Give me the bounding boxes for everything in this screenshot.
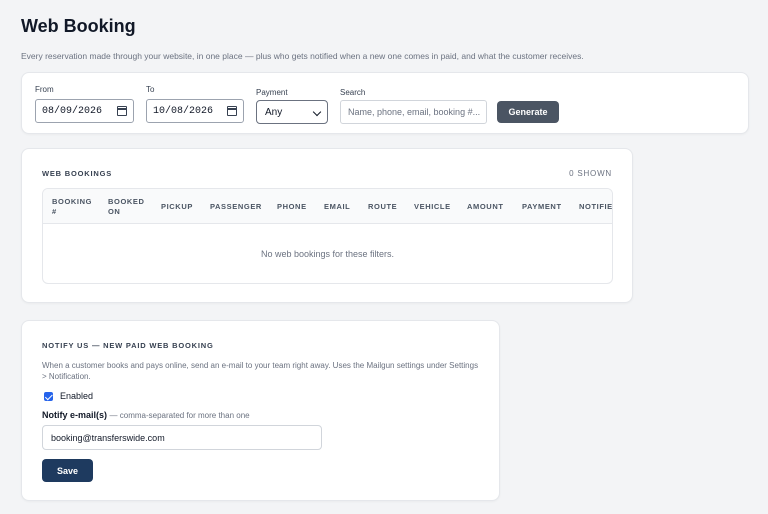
- column-header-booking[interactable]: Booking #: [52, 197, 92, 217]
- bookings-table: Booking # Booked on Pickup Passenger Pho…: [42, 188, 613, 284]
- calendar-icon[interactable]: [117, 106, 127, 116]
- from-date-input[interactable]: 08/09/2026: [35, 99, 134, 123]
- search-label: Search: [340, 88, 366, 97]
- column-header-payment[interactable]: Payment: [522, 202, 562, 212]
- enabled-checkbox[interactable]: [44, 392, 53, 401]
- notify-emails-input[interactable]: booking@transferswide.com: [42, 425, 322, 450]
- search-input[interactable]: [340, 100, 487, 124]
- payment-select[interactable]: Any: [256, 100, 328, 124]
- enabled-label[interactable]: Enabled: [60, 391, 93, 401]
- web-bookings-card: Web Bookings 0 shown Booking # Booked on…: [21, 148, 633, 303]
- to-label: To: [146, 85, 155, 94]
- notify-description: When a customer books and pays online, s…: [42, 361, 479, 381]
- calendar-icon[interactable]: [227, 106, 237, 116]
- generate-button[interactable]: Generate: [497, 101, 559, 123]
- notify-card: Notify us — new paid web booking When a …: [21, 320, 500, 501]
- notify-emails-label: Notify e-mail(s) — comma-separated for m…: [42, 410, 250, 420]
- page-title: Web Booking: [21, 16, 136, 36]
- column-header-notified[interactable]: Notified: [579, 202, 612, 212]
- table-header: Booking # Booked on Pickup Passenger Pho…: [43, 189, 612, 224]
- to-date-value: 10/08/2026: [153, 105, 214, 117]
- page-subtitle: Every reservation made through your webs…: [21, 51, 584, 61]
- empty-state-message: No web bookings for these filters.: [260, 249, 395, 259]
- payment-label: Payment: [256, 88, 288, 97]
- column-header-phone[interactable]: Phone: [277, 202, 307, 212]
- shown-count: 0 shown: [569, 169, 612, 178]
- save-button[interactable]: Save: [42, 459, 93, 482]
- from-label: From: [35, 85, 54, 94]
- notify-emails-hint: — comma-separated for more than one: [109, 411, 250, 420]
- from-date-value: 08/09/2026: [42, 105, 103, 117]
- column-header-passenger[interactable]: Passenger: [210, 202, 262, 212]
- column-header-email[interactable]: Email: [324, 202, 350, 212]
- column-header-pickup[interactable]: Pickup: [161, 202, 193, 212]
- column-header-amount[interactable]: Amount: [467, 202, 504, 212]
- column-header-route[interactable]: Route: [368, 202, 397, 212]
- filters-card: From 08/09/2026 To 10/08/2026 Payment An…: [21, 72, 749, 134]
- column-header-booked-on[interactable]: Booked on: [108, 197, 148, 217]
- column-header-vehicle[interactable]: Vehicle: [414, 202, 451, 212]
- payment-selected-value: Any: [265, 106, 283, 118]
- notify-title: Notify us — new paid web booking: [42, 341, 214, 350]
- notify-emails-label-text: Notify e-mail(s): [42, 410, 108, 420]
- web-bookings-title: Web Bookings: [42, 169, 113, 178]
- notify-emails-value: booking@transferswide.com: [51, 432, 165, 443]
- chevron-down-icon: [312, 107, 322, 117]
- to-date-input[interactable]: 10/08/2026: [146, 99, 244, 123]
